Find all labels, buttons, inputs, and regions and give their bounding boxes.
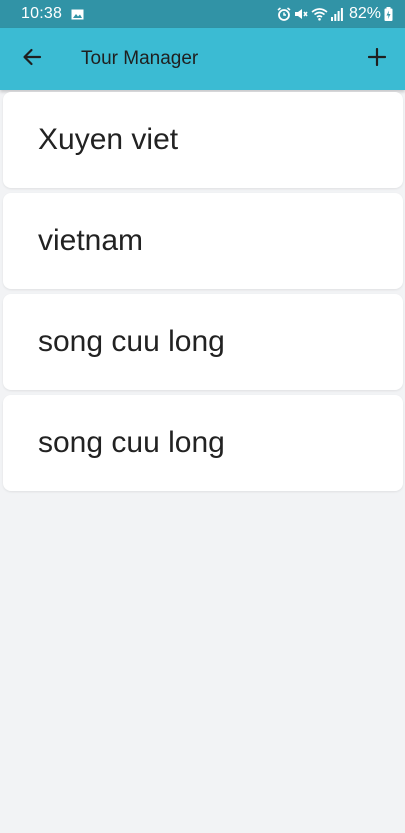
wifi-icon [311,7,328,21]
app-bar: Tour Manager [0,28,405,90]
signal-icon [330,7,343,21]
tour-list: Xuyen viet vietnam song cuu long song cu… [3,92,403,496]
battery-percent: 82% [348,5,381,22]
tour-name: song cuu long [38,426,225,459]
tour-card[interactable]: song cuu long [3,294,403,390]
add-tour-button[interactable] [359,41,395,77]
back-button[interactable] [14,41,50,77]
page-title: Tour Manager [81,48,199,69]
tour-card[interactable]: vietnam [3,193,403,289]
status-time: 10:38 [21,5,63,22]
plus-icon [367,47,387,71]
tour-name: vietnam [38,224,144,257]
tour-card[interactable]: Xuyen viet [3,92,403,188]
tour-name: song cuu long [38,325,225,358]
status-bar: 10:38 82% [0,0,405,28]
arrow-left-icon [22,47,42,72]
tour-card[interactable]: song cuu long [3,395,403,491]
status-icons: 82% [277,5,393,23]
gallery-icon [71,7,84,20]
tour-name: Xuyen viet [38,123,179,156]
battery-charging-icon [384,7,393,21]
alarm-icon [277,7,291,21]
mute-icon [294,7,308,21]
